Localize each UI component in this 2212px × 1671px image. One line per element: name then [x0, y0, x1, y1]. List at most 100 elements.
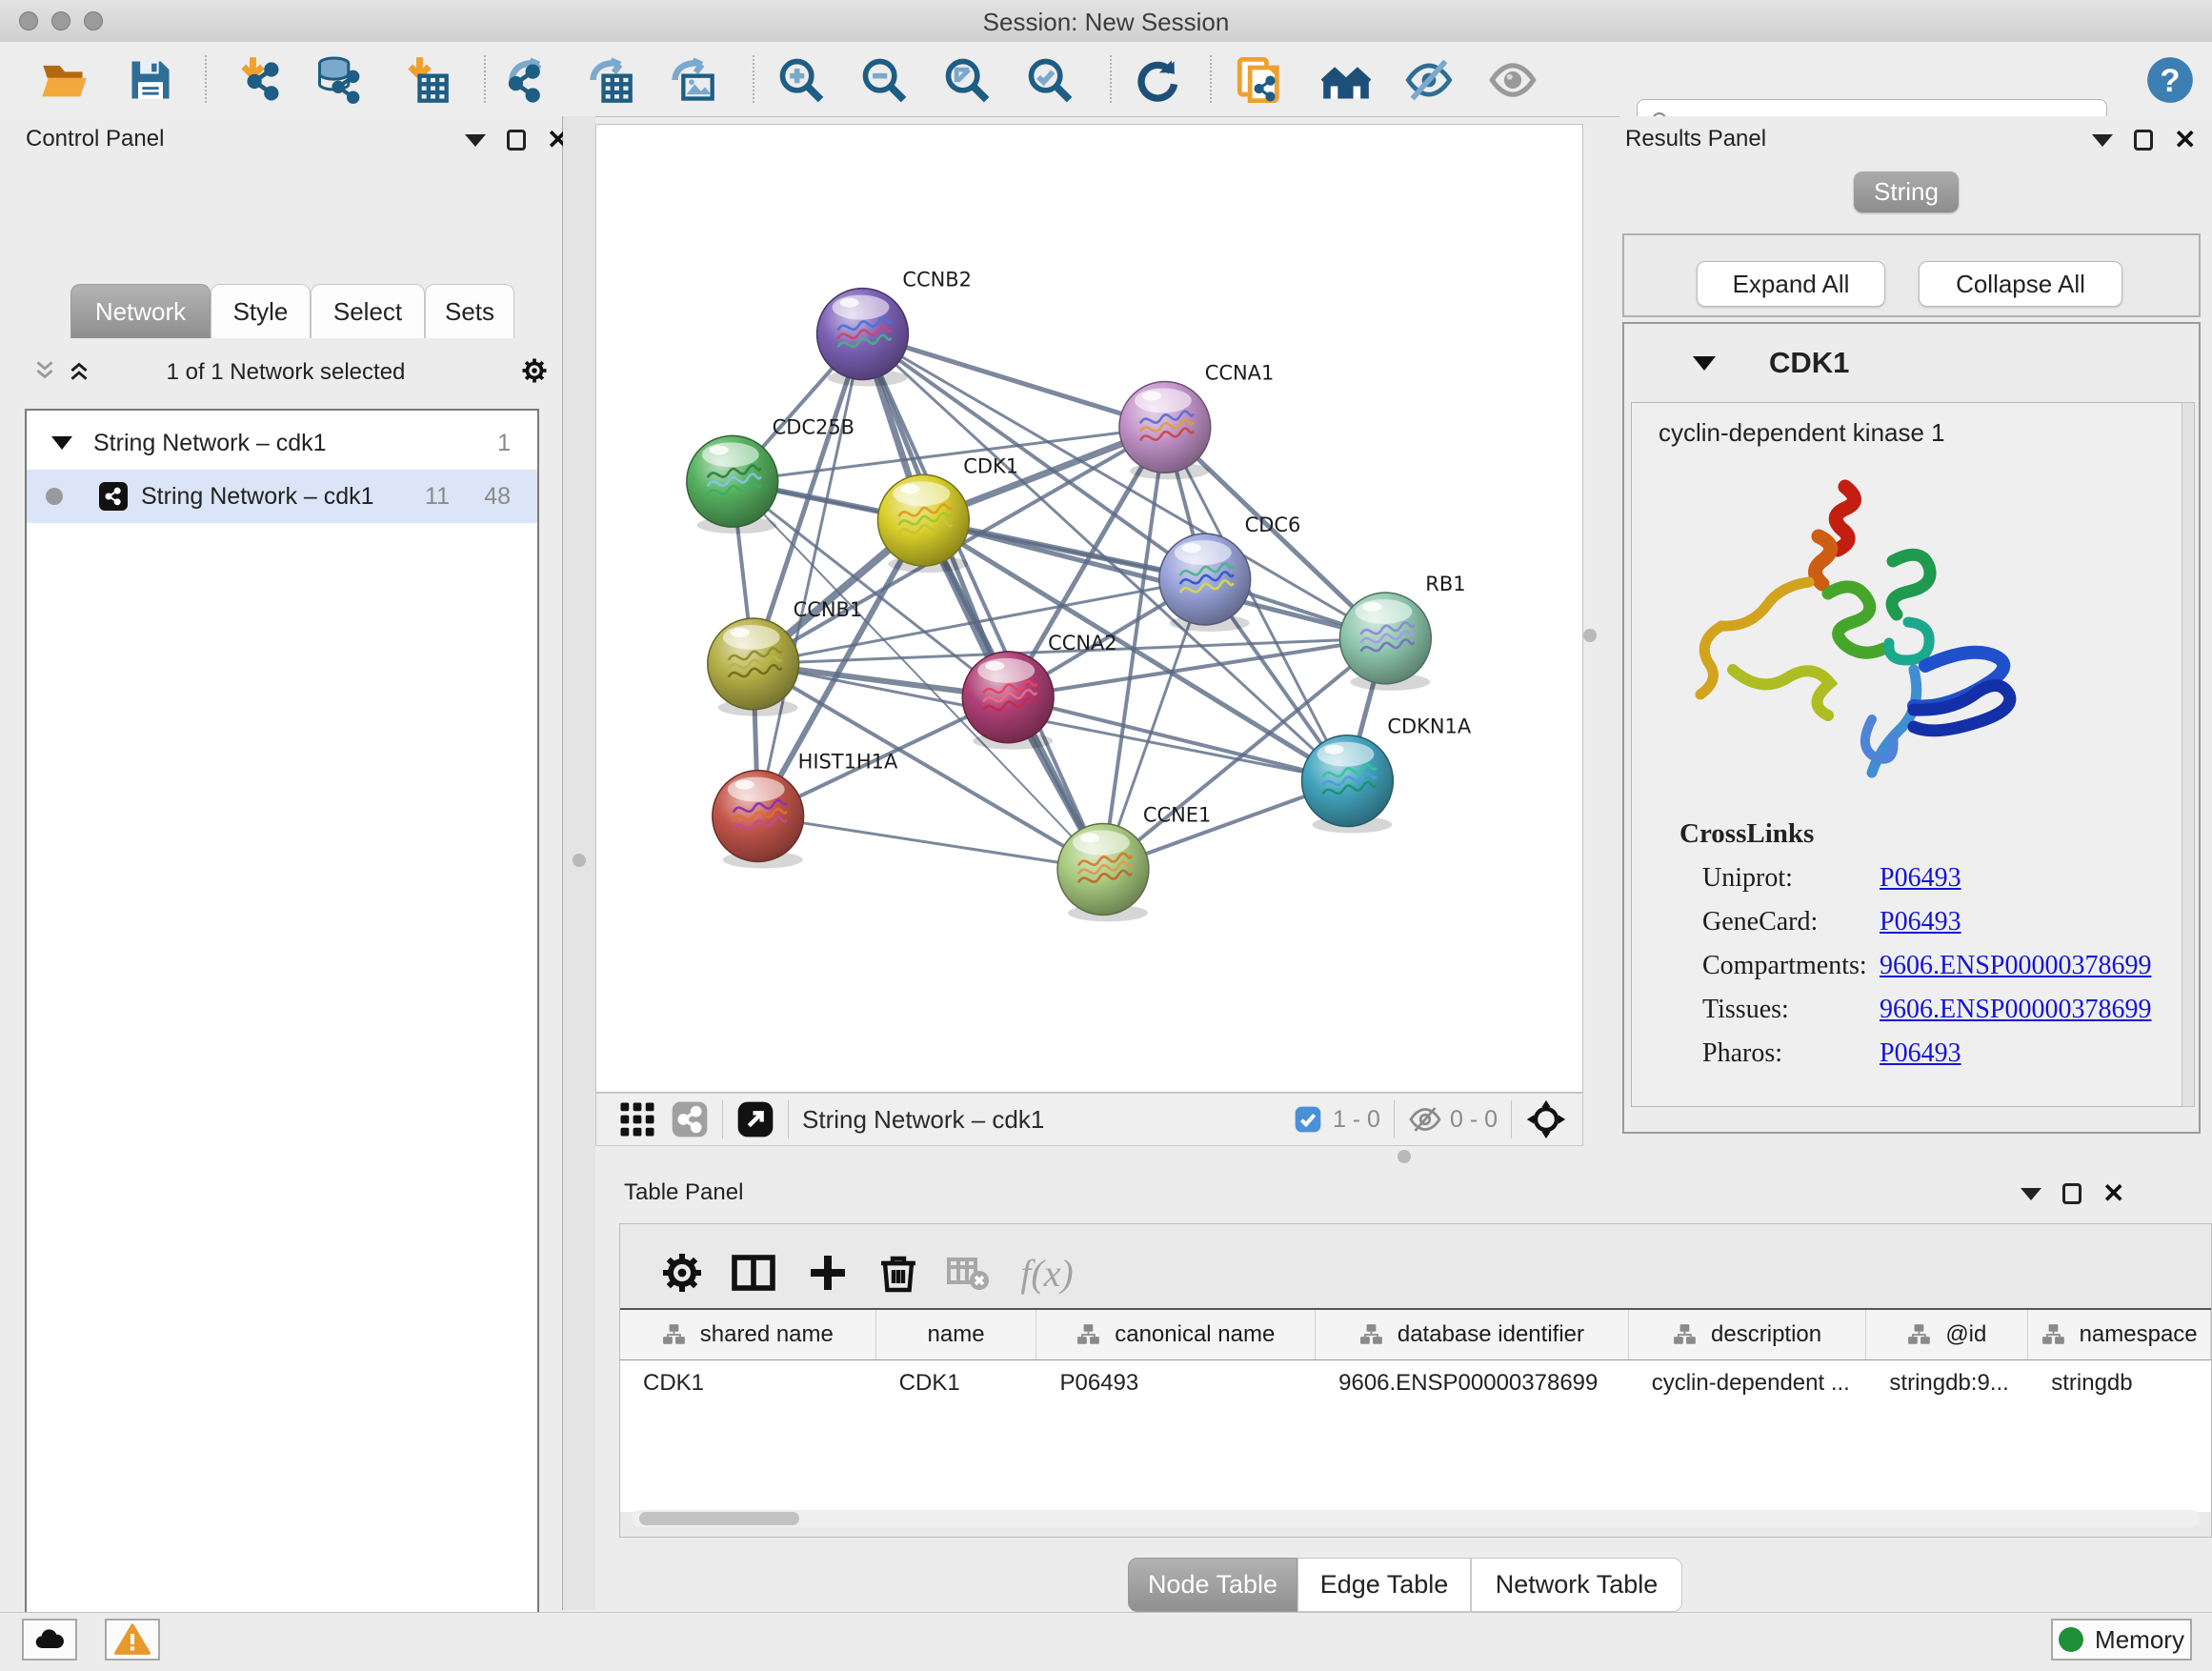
tab-edge-table[interactable]: Edge Table [1297, 1558, 1471, 1612]
delete-column-button[interactable] [869, 1243, 928, 1302]
tab-network[interactable]: Network [70, 284, 211, 338]
help-button[interactable]: ? [2143, 53, 2197, 107]
table-cell[interactable]: stringdb [2028, 1370, 2211, 1397]
column-header-database-identifier[interactable]: database identifier [1316, 1310, 1629, 1359]
warning-icon [114, 1621, 151, 1658]
zoom-in-button[interactable] [774, 53, 828, 107]
add-column-button[interactable] [798, 1243, 857, 1302]
network-node-RB1[interactable] [1339, 593, 1431, 691]
tab-network-table[interactable]: Network Table [1471, 1558, 1682, 1612]
vertical-splitter[interactable] [563, 116, 595, 1610]
column-header-shared-name[interactable]: shared name [620, 1310, 876, 1359]
tab-sets[interactable]: Sets [425, 284, 514, 338]
column-header-@id[interactable]: @id [1866, 1310, 2028, 1359]
crosslink-link[interactable]: P06493 [1880, 907, 1961, 937]
open-session-button[interactable] [37, 53, 90, 107]
save-session-button[interactable] [124, 53, 177, 107]
network-collection-row[interactable]: String Network – cdk1 1 [27, 418, 537, 468]
expand-all-button[interactable]: Expand All [1697, 261, 1885, 307]
horizontal-splitter-handle[interactable] [1398, 1150, 1411, 1163]
column-header-description[interactable]: description [1629, 1310, 1867, 1359]
network-node-CDC6[interactable] [1159, 534, 1251, 632]
crosslink-row: Tissues:9606.ENSP00000378699 [1702, 995, 2183, 1025]
export-image-button[interactable] [665, 53, 718, 107]
show-columns-button[interactable] [724, 1243, 783, 1302]
table-cell[interactable]: cyclin-dependent ... [1629, 1370, 1867, 1397]
results-panel-close-icon[interactable]: ✕ [2174, 131, 2196, 150]
network-node-CDKN1A[interactable] [1302, 735, 1394, 834]
crosslink-link[interactable]: 9606.ENSP00000378699 [1880, 951, 2151, 981]
network-node-CDC25B[interactable] [687, 435, 778, 534]
crosslink-link[interactable]: P06493 [1880, 1038, 1961, 1069]
right-splitter-handle[interactable] [1583, 629, 1597, 642]
zoom-out-button[interactable] [857, 53, 911, 107]
apply-layout-button[interactable] [1129, 53, 1182, 107]
table-panel-close-icon[interactable]: ✕ [2102, 1184, 2124, 1203]
control-panel-title: Control Panel [26, 126, 164, 152]
network-node-CCNE1[interactable] [1057, 824, 1149, 922]
protein-section-header[interactable]: CDK1 [1624, 324, 2199, 402]
table-horizontal-scrollbar[interactable] [632, 1510, 2200, 1527]
control-panel-float-icon[interactable] [507, 130, 526, 151]
export-network-button[interactable] [502, 53, 555, 107]
delete-table-button[interactable] [938, 1243, 997, 1302]
grid-view-icon[interactable] [617, 1099, 657, 1139]
import-network-database-button[interactable] [312, 53, 365, 107]
network-canvas[interactable]: CCNB2CCNA1CDC25BCDK1CDC6RB1CCNB1CCNA2CDK… [595, 124, 1583, 1093]
crosslink-label: Uniprot: [1702, 863, 1880, 894]
results-buttons-box: Expand All Collapse All [1622, 233, 2201, 317]
hide-items-button[interactable] [1402, 53, 1456, 107]
import-network-button[interactable] [232, 53, 286, 107]
table-cell[interactable]: CDK1 [620, 1370, 876, 1397]
warning-status-button[interactable] [105, 1619, 160, 1661]
network-badge-icon[interactable] [671, 1100, 709, 1138]
network-node-CCNA2[interactable] [962, 652, 1054, 750]
column-header-namespace[interactable]: namespace [2028, 1310, 2211, 1359]
tab-select[interactable]: Select [311, 284, 425, 338]
zoom-selected-button[interactable] [1023, 53, 1076, 107]
export-table-button[interactable] [583, 53, 636, 107]
collection-expand-icon[interactable] [51, 436, 72, 450]
table-cell[interactable]: stringdb:9... [1866, 1370, 2028, 1397]
tab-node-table[interactable]: Node Table [1128, 1558, 1297, 1612]
birds-eye-view-icon[interactable] [1525, 1098, 1567, 1140]
network-node-HIST1H1A[interactable] [713, 771, 804, 869]
results-panel-menu-icon[interactable] [2092, 134, 2113, 147]
results-scrollbar[interactable] [2182, 402, 2195, 1107]
network-node-CDK1[interactable] [877, 474, 969, 573]
column-header-canonical-name[interactable]: canonical name [1036, 1310, 1316, 1359]
table-panel-float-icon[interactable] [2062, 1183, 2081, 1204]
expand-all-networks-icon[interactable] [67, 358, 91, 388]
results-panel-float-icon[interactable] [2134, 130, 2153, 151]
table-cell[interactable]: CDK1 [876, 1370, 1037, 1397]
cloud-status-button[interactable] [22, 1619, 77, 1661]
table-cell[interactable]: P06493 [1036, 1370, 1316, 1397]
table-row[interactable]: CDK1CDK1P064939606.ENSP00000378699cyclin… [620, 1360, 2211, 1406]
crosslink-link[interactable]: P06493 [1880, 863, 1961, 894]
open-in-browser-icon[interactable] [736, 1100, 774, 1138]
duplicate-network-button[interactable] [1234, 53, 1287, 107]
show-items-button[interactable] [1486, 53, 1539, 107]
string-home-button[interactable] [1319, 53, 1373, 107]
column-header-name[interactable]: name [876, 1310, 1037, 1359]
crosslink-link[interactable]: 9606.ENSP00000378699 [1880, 995, 2151, 1025]
table-cell[interactable]: 9606.ENSP00000378699 [1316, 1370, 1629, 1397]
tab-style[interactable]: Style [211, 284, 311, 338]
network-row[interactable]: String Network – cdk1 11 48 [27, 470, 537, 523]
collapse-all-button[interactable]: Collapse All [1919, 261, 2122, 307]
network-node-CCNA1[interactable] [1119, 381, 1211, 479]
function-builder-button[interactable]: f(x) [1017, 1243, 1076, 1302]
table-panel-menu-icon[interactable] [2021, 1188, 2041, 1200]
network-options-gear-icon[interactable] [520, 356, 549, 390]
zoom-fit-button[interactable] [940, 53, 994, 107]
table-settings-button[interactable] [653, 1243, 712, 1302]
memory-button[interactable]: Memory [2051, 1619, 2192, 1661]
selected-checkbox-icon[interactable] [1293, 1104, 1323, 1135]
collapse-all-networks-icon[interactable] [32, 358, 57, 388]
import-table-button[interactable] [399, 53, 452, 107]
protein-collapse-icon[interactable] [1693, 356, 1716, 371]
network-node-CCNB1[interactable] [708, 618, 799, 716]
results-tab-string[interactable]: String [1854, 171, 1959, 212]
control-panel-menu-icon[interactable] [465, 134, 486, 147]
hidden-eye-icon[interactable] [1408, 1102, 1442, 1137]
